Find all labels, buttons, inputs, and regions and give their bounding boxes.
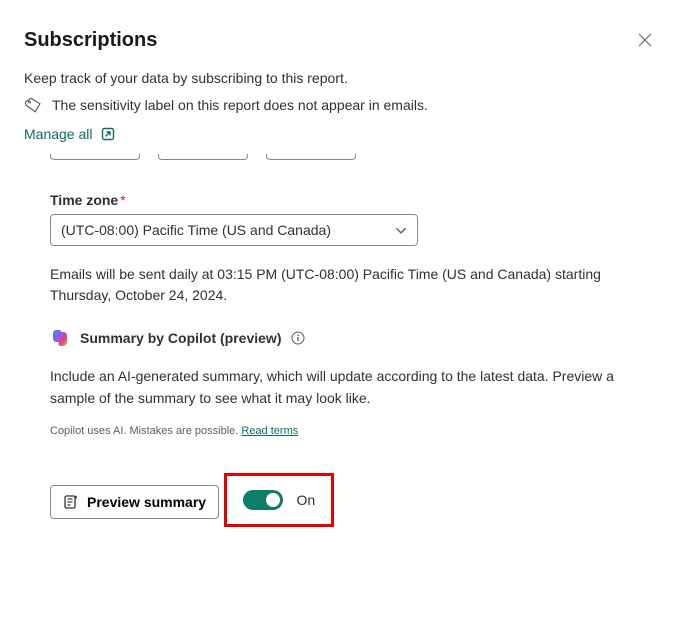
manage-all-label: Manage all bbox=[24, 126, 93, 142]
timezone-select[interactable]: (UTC-08:00) Pacific Time (US and Canada) bbox=[50, 214, 418, 246]
page-title: Subscriptions bbox=[24, 29, 157, 52]
timezone-value: (UTC-08:00) Pacific Time (US and Canada) bbox=[61, 222, 331, 238]
external-link-icon bbox=[101, 127, 115, 141]
copilot-summary-toggle[interactable] bbox=[243, 490, 283, 510]
chevron-down-icon bbox=[395, 227, 407, 234]
ampm-select[interactable]: PM bbox=[266, 154, 356, 160]
minute-select[interactable]: 15 bbox=[158, 154, 248, 160]
copilot-description: Include an AI-generated summary, which w… bbox=[50, 366, 660, 409]
subtitle-text: Keep track of your data by subscribing t… bbox=[24, 70, 661, 86]
manage-all-link[interactable]: Manage all bbox=[24, 126, 115, 142]
sensitivity-text: The sensitivity label on this report doe… bbox=[52, 97, 428, 113]
copilot-toggle-label: On bbox=[297, 492, 316, 508]
copilot-section-title: Summary by Copilot (preview) bbox=[80, 330, 281, 346]
info-icon[interactable] bbox=[291, 331, 305, 345]
preview-summary-button[interactable]: Preview summary bbox=[50, 485, 219, 519]
preview-icon bbox=[63, 494, 79, 510]
close-button[interactable] bbox=[629, 24, 661, 56]
timezone-label: Time zone* bbox=[50, 192, 661, 208]
copilot-toggle-highlight: On bbox=[224, 473, 335, 527]
read-terms-link[interactable]: Read terms bbox=[241, 425, 298, 437]
hour-select[interactable]: 3 bbox=[50, 154, 140, 160]
tag-icon bbox=[24, 96, 42, 114]
copilot-icon bbox=[50, 328, 70, 348]
copilot-ai-note: Copilot uses AI. Mistakes are possible. … bbox=[50, 425, 661, 437]
preview-summary-label: Preview summary bbox=[87, 494, 206, 510]
close-icon bbox=[638, 33, 652, 47]
schedule-summary-text: Emails will be sent daily at 03:15 PM (U… bbox=[50, 264, 640, 306]
